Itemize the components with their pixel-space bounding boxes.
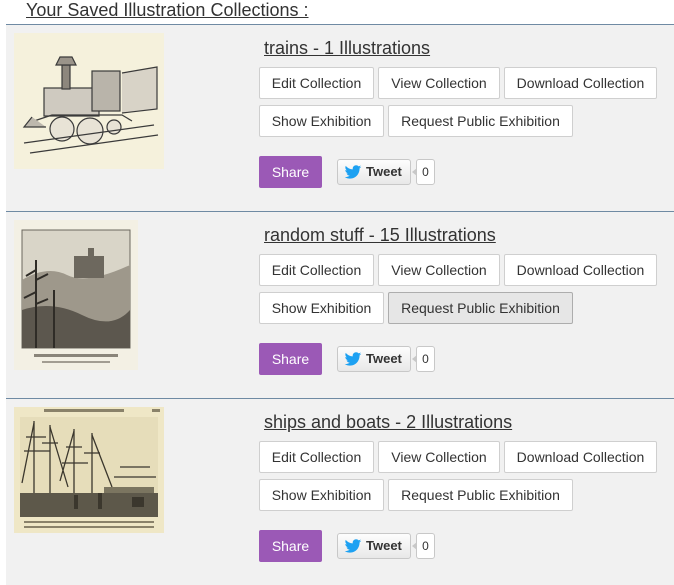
collection-card: ships and boats - 2 Illustrations Edit C… [6,398,674,585]
request-public-exhibition-button[interactable]: Request Public Exhibition [388,105,573,137]
request-public-exhibition-button[interactable]: Request Public Exhibition [388,292,573,324]
collection-thumbnail[interactable] [14,33,164,169]
tweet-button[interactable]: Tweet [337,159,411,185]
collection-thumbnail[interactable] [14,220,138,370]
collection-title[interactable]: random stuff - 15 Illustrations [264,225,496,245]
share-button[interactable]: Share [259,343,322,375]
edit-collection-button[interactable]: Edit Collection [259,441,374,473]
tweet-label: Tweet [366,351,402,366]
collection-card: trains - 1 Illustrations Edit Collection… [6,24,674,211]
share-button[interactable]: Share [259,530,322,562]
view-collection-button[interactable]: View Collection [378,67,500,99]
view-collection-button[interactable]: View Collection [378,441,500,473]
tweet-button[interactable]: Tweet [337,533,411,559]
request-public-exhibition-button[interactable]: Request Public Exhibition [388,479,573,511]
collection-card: random stuff - 15 Illustrations Edit Col… [6,211,674,398]
ships-illustration [14,407,164,533]
tweet-count: 0 [412,533,435,559]
twitter-bird-icon [344,352,362,366]
collection-title[interactable]: ships and boats - 2 Illustrations [264,412,512,432]
show-exhibition-button[interactable]: Show Exhibition [259,292,384,324]
tweet-label: Tweet [366,538,402,553]
collection-thumbnail[interactable] [14,407,164,533]
landscape-illustration [14,220,138,370]
collection-title[interactable]: trains - 1 Illustrations [264,38,430,58]
tweet-count: 0 [412,346,435,372]
view-collection-button[interactable]: View Collection [378,254,500,286]
twitter-bird-icon [344,165,362,179]
edit-collection-button[interactable]: Edit Collection [259,254,374,286]
share-button[interactable]: Share [259,156,322,188]
edit-collection-button[interactable]: Edit Collection [259,67,374,99]
download-collection-button[interactable]: Download Collection [504,67,657,99]
locomotive-illustration [14,33,164,169]
download-collection-button[interactable]: Download Collection [504,441,657,473]
tweet-count: 0 [412,159,435,185]
tweet-button[interactable]: Tweet [337,346,411,372]
twitter-bird-icon [344,539,362,553]
download-collection-button[interactable]: Download Collection [504,254,657,286]
show-exhibition-button[interactable]: Show Exhibition [259,105,384,137]
show-exhibition-button[interactable]: Show Exhibition [259,479,384,511]
page-heading: Your Saved Illustration Collections : [26,0,309,20]
tweet-label: Tweet [366,164,402,179]
